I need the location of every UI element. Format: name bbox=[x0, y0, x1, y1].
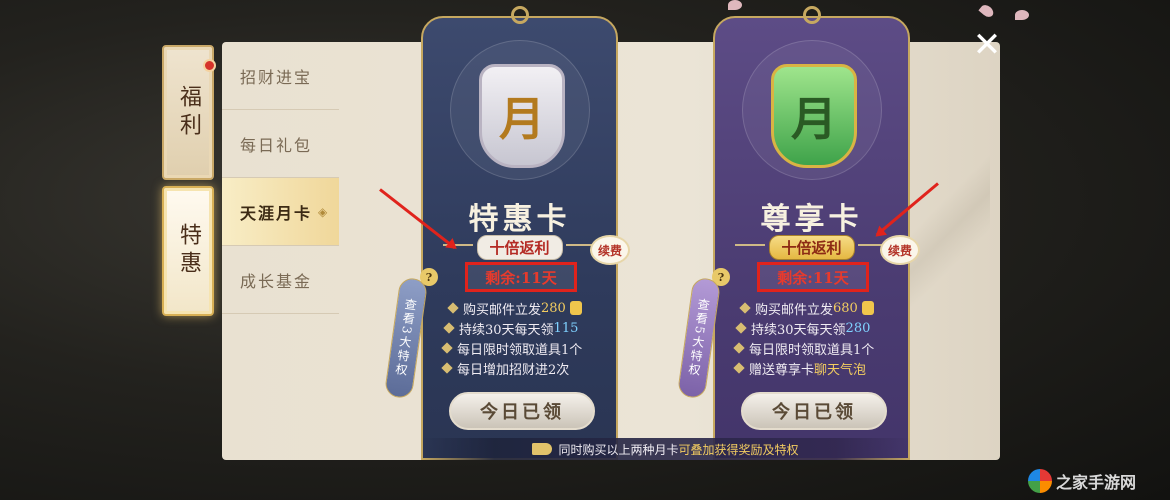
list-item: 持续30天每天领 280 bbox=[727, 318, 907, 338]
perk-value: 280 bbox=[845, 320, 871, 336]
claim-button[interactable]: 今日已领 bbox=[449, 392, 595, 430]
list-item: 购买邮件立发 680 bbox=[727, 298, 907, 318]
list-item: 持续30天每天领 115 bbox=[435, 318, 615, 338]
perk-list: 购买邮件立发 280 持续30天每天领 115 每日限时领取道具1个 每日增加招财进… bbox=[435, 298, 615, 378]
diamond-bullet-icon bbox=[447, 302, 459, 314]
menu-item-label: 天涯月卡 bbox=[240, 203, 313, 223]
diamond-icon: ◈ bbox=[318, 204, 330, 219]
diamond-bullet-icon bbox=[739, 302, 751, 314]
perk-text: 购买邮件立发 bbox=[463, 302, 542, 318]
notification-dot bbox=[203, 59, 216, 72]
perk-text: 每日限时领取道具1个 bbox=[749, 342, 875, 358]
sub-menu: 招财进宝 每日礼包 天涯月卡 ◈ 成长基金 bbox=[222, 42, 339, 314]
perk-text: 每日增加招财进 bbox=[457, 362, 549, 378]
bottom-notice: 同时购买以上两种月卡 可叠加获得奖励及特权 bbox=[421, 438, 910, 460]
divider bbox=[735, 244, 765, 246]
perk-text: 购买邮件立发 bbox=[755, 302, 834, 318]
renew-button[interactable]: 续费 bbox=[590, 235, 630, 265]
diamond-bullet-icon bbox=[733, 342, 745, 354]
coin-icon bbox=[569, 301, 582, 315]
watermark: 之家手游网 bbox=[1028, 466, 1136, 496]
diamond-bullet-icon bbox=[443, 322, 455, 334]
hook-icon bbox=[510, 6, 529, 24]
diamond-bullet-icon bbox=[735, 322, 747, 334]
coin-icon bbox=[861, 301, 874, 315]
menu-item-growth-fund[interactable]: 成长基金 bbox=[222, 246, 339, 314]
list-item: 每日增加招财进 2次 bbox=[435, 358, 615, 378]
jade-moon-tag-icon: 月 bbox=[771, 64, 857, 168]
notice-text: 同时购买以上两种月卡 bbox=[558, 442, 679, 457]
petal-decoration bbox=[728, 0, 742, 10]
apple-logo-icon bbox=[1028, 469, 1052, 493]
diamond-bullet-icon bbox=[441, 342, 453, 354]
perk-value: 280 bbox=[541, 300, 566, 316]
diamond-bullet-icon bbox=[733, 362, 745, 374]
tab-tehui[interactable]: 特惠 bbox=[162, 186, 214, 316]
rebate-badge: 十倍返利 bbox=[476, 235, 563, 260]
list-item: 赠送尊享卡 聊天气泡 bbox=[727, 358, 907, 378]
hook-icon bbox=[802, 6, 821, 24]
perk-text: 赠送尊享卡 bbox=[749, 362, 815, 378]
menu-item-zhaocai[interactable]: 招财进宝 bbox=[222, 42, 339, 110]
menu-item-daily-gift[interactable]: 每日礼包 bbox=[222, 110, 339, 178]
list-item: 每日限时领取道具1个 bbox=[435, 338, 615, 358]
list-item: 购买邮件立发 280 bbox=[435, 298, 615, 318]
perk-list: 购买邮件立发 680 持续30天每天领 280 每日限时领取道具1个 赠送尊享卡 聊天… bbox=[727, 298, 907, 378]
watermark-text: 之家手游网 bbox=[1056, 473, 1137, 492]
remaining-days: 剩余:11天 bbox=[757, 262, 869, 292]
menu-item-label: 每日礼包 bbox=[240, 135, 313, 155]
renew-button[interactable]: 续费 bbox=[880, 235, 920, 265]
horn-icon bbox=[532, 443, 553, 455]
perk-text: 持续30天每天领 bbox=[459, 322, 554, 338]
perk-value: 680 bbox=[833, 300, 858, 316]
card-tehui: 月 特惠卡 十倍返利 剩余:11天 购买邮件立发 280 持续30天每天领 115 … bbox=[421, 6, 618, 460]
menu-item-label: 招财进宝 bbox=[240, 67, 313, 87]
notice-highlight: 可叠加获得奖励及特权 bbox=[678, 442, 799, 457]
card-title: 特惠卡 bbox=[468, 202, 571, 237]
menu-item-monthly-card[interactable]: 天涯月卡 ◈ bbox=[222, 178, 339, 246]
moon-tag-icon: 月 bbox=[479, 64, 565, 168]
list-item: 每日限时领取道具1个 bbox=[727, 338, 907, 358]
perk-value: 聊天气泡 bbox=[814, 362, 867, 378]
menu-item-label: 成长基金 bbox=[240, 271, 313, 291]
rebate-badge: 十倍返利 bbox=[768, 235, 855, 260]
claim-button[interactable]: 今日已领 bbox=[741, 392, 887, 430]
perk-text: 每日限时领取道具1个 bbox=[457, 342, 583, 358]
diamond-bullet-icon bbox=[441, 362, 453, 374]
perk-suffix: 2次 bbox=[548, 362, 570, 378]
petal-decoration bbox=[1015, 10, 1029, 20]
ink-painting bbox=[910, 82, 990, 382]
remaining-days: 剩余:11天 bbox=[465, 262, 577, 292]
perk-value: 115 bbox=[553, 320, 579, 336]
close-icon[interactable]: ✕ bbox=[970, 28, 1004, 62]
perk-text: 持续30天每天领 bbox=[751, 322, 846, 338]
